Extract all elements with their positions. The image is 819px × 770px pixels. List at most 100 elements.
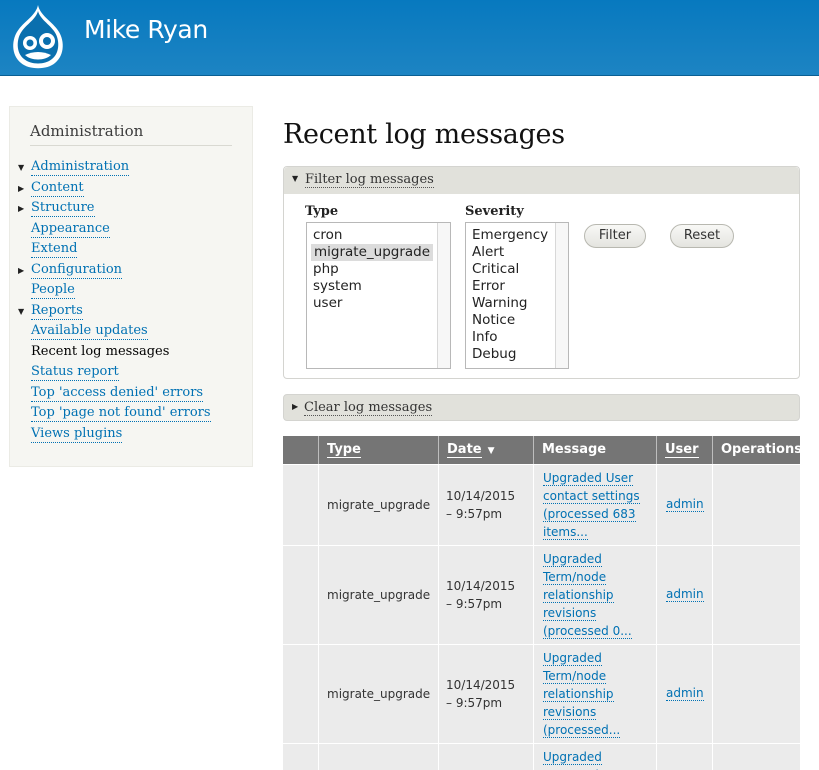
table-cell-divider — [712, 546, 713, 644]
user-link[interactable]: admin — [666, 497, 704, 512]
table-row: UpgradedTerm/node — [283, 743, 800, 770]
select-option[interactable]: Critical — [472, 261, 519, 278]
sidebar-item[interactable]: ▼ Administration — [10, 158, 252, 179]
sidebar-divider — [30, 145, 232, 146]
sidebar-item-label[interactable]: Administration — [31, 158, 130, 176]
clear-log-fieldset[interactable]: ▶ Clear log messages — [283, 394, 800, 421]
sidebar-item-label[interactable]: Recent log messages — [31, 343, 169, 360]
cell-time: – 9:57pm — [446, 695, 503, 710]
page-title: Recent log messages — [283, 119, 565, 150]
select-option[interactable]: migrate_upgrade — [311, 244, 434, 261]
table-cell-divider — [318, 645, 319, 743]
table-cell-divider — [438, 744, 439, 770]
table-cell-divider — [712, 645, 713, 743]
drupal-logo-icon[interactable] — [7, 3, 69, 71]
sidebar-item[interactable]: Top 'access denied' errors — [10, 384, 252, 405]
select-option[interactable]: Alert — [472, 244, 504, 261]
clear-log-label[interactable]: Clear log messages — [304, 400, 433, 416]
table-header: Type Date ▼ Message User Operations — [283, 436, 800, 464]
site-name[interactable]: Mike Ryan — [84, 15, 208, 44]
table-row: migrate_upgrade 10/14/2015 – 9:57pm Upgrade… — [283, 644, 800, 743]
select-option[interactable]: Warning — [472, 295, 528, 312]
cell-type: migrate_upgrade — [327, 686, 431, 701]
sidebar-item-label[interactable]: Structure — [31, 199, 95, 217]
table-cell-divider — [318, 744, 319, 770]
table-cell-divider — [656, 465, 657, 545]
table-cell-divider — [318, 465, 319, 545]
select-option[interactable]: cron — [313, 227, 343, 244]
cell-date: 10/14/2015 — [446, 677, 516, 692]
sidebar-item[interactable]: Available updates — [10, 322, 252, 343]
select-option[interactable]: Emergency — [472, 227, 548, 244]
header-type[interactable]: Type — [318, 436, 438, 464]
header-message: Message — [533, 436, 656, 464]
header-operations: Operations — [712, 436, 800, 464]
sidebar-item[interactable]: Extend — [10, 240, 252, 261]
cell-date: 10/14/2015 — [446, 578, 516, 593]
select-option[interactable]: php — [313, 261, 339, 278]
chevron-right-icon: ▶ — [292, 402, 299, 411]
sidebar-item-label[interactable]: Top 'access denied' errors — [31, 384, 204, 402]
filter-legend[interactable]: ▼ Filter log messages — [284, 167, 799, 194]
chevron-down-icon[interactable]: ▼ — [18, 302, 24, 322]
message-link[interactable]: Upgraded User contact settings (processed … — [543, 469, 649, 541]
chevron-right-icon[interactable]: ▶ — [18, 179, 24, 199]
table-row: migrate_upgrade 10/14/2015 – 9:57pm Upgrade… — [283, 464, 800, 545]
sidebar-item-label[interactable]: Reports — [31, 302, 83, 320]
sidebar-item-label[interactable]: Views plugins — [31, 425, 123, 443]
sidebar-title: Administration — [30, 122, 144, 140]
sidebar-item[interactable]: Appearance — [10, 220, 252, 241]
severity-select[interactable]: Emergency Alert Critical Error Warning Notice… — [465, 222, 569, 369]
log-table: Type Date ▼ Message User Operations migra… — [283, 436, 800, 770]
table-cell-divider — [438, 546, 439, 644]
message-link[interactable]: UpgradedTerm/node — [543, 748, 649, 770]
message-link[interactable]: Upgraded Term/node relationship revisions (p… — [543, 550, 649, 640]
sidebar-item-label[interactable]: Appearance — [31, 220, 110, 238]
sidebar-item[interactable]: Top 'page not found' errors — [10, 404, 252, 425]
chevron-down-icon[interactable]: ▼ — [18, 158, 24, 178]
sidebar-item[interactable]: ▶ Structure — [10, 199, 252, 220]
sidebar-item-label[interactable]: Status report — [31, 363, 119, 381]
table-cell-divider — [712, 744, 713, 770]
table-cell-divider — [438, 645, 439, 743]
chevron-right-icon[interactable]: ▶ — [18, 261, 24, 281]
sidebar-item[interactable]: Status report — [10, 363, 252, 384]
select-option[interactable]: user — [313, 295, 342, 312]
sidebar-item-label[interactable]: Content — [31, 179, 84, 197]
sidebar-item-label[interactable]: Configuration — [31, 261, 123, 279]
filter-button[interactable]: Filter — [584, 224, 646, 248]
severity-select-scrollbar[interactable] — [555, 223, 568, 368]
select-option[interactable]: Error — [472, 278, 505, 295]
select-option[interactable]: Debug — [472, 346, 516, 363]
cell-type: migrate_upgrade — [327, 497, 431, 512]
select-option[interactable]: system — [313, 278, 362, 295]
user-link[interactable]: admin — [666, 587, 704, 602]
user-link[interactable]: admin — [666, 686, 704, 701]
sidebar-item-label[interactable]: Extend — [31, 240, 78, 258]
message-link[interactable]: Upgraded Term/node relationship revisions (p… — [543, 649, 649, 739]
sidebar-item[interactable]: Recent log messages — [10, 343, 252, 364]
reset-button[interactable]: Reset — [670, 224, 734, 248]
select-option[interactable]: Info — [472, 329, 498, 346]
sidebar-item[interactable]: People — [10, 281, 252, 302]
sidebar-item-label[interactable]: People — [31, 281, 75, 299]
type-select[interactable]: cron migrate_upgrade php system user — [306, 222, 451, 369]
sidebar-item[interactable]: ▶ Configuration — [10, 261, 252, 282]
sidebar-item[interactable]: ▼ Reports — [10, 302, 252, 323]
sidebar-item-label[interactable]: Available updates — [31, 322, 148, 340]
sidebar-menu: ▼ Administration ▶ Content ▶ Structure Appeara… — [10, 158, 252, 445]
select-option[interactable]: Notice — [472, 312, 515, 329]
type-select-scrollbar[interactable] — [437, 223, 450, 368]
table-cell-divider — [438, 465, 439, 545]
header-user[interactable]: User — [656, 436, 712, 464]
chevron-down-icon: ▼ — [292, 174, 299, 183]
chevron-right-icon[interactable]: ▶ — [18, 199, 24, 219]
sidebar-item[interactable]: Views plugins — [10, 425, 252, 446]
filter-legend-label[interactable]: Filter log messages — [305, 172, 434, 188]
sidebar-item[interactable]: ▶ Content — [10, 179, 252, 200]
cell-type: migrate_upgrade — [327, 587, 431, 602]
sidebar-item-label[interactable]: Top 'page not found' errors — [31, 404, 211, 422]
table-cell-divider — [318, 546, 319, 644]
admin-sidebar: Administration ▼ Administration ▶ Content ▶ S… — [9, 106, 253, 467]
header-date[interactable]: Date ▼ — [438, 436, 533, 464]
